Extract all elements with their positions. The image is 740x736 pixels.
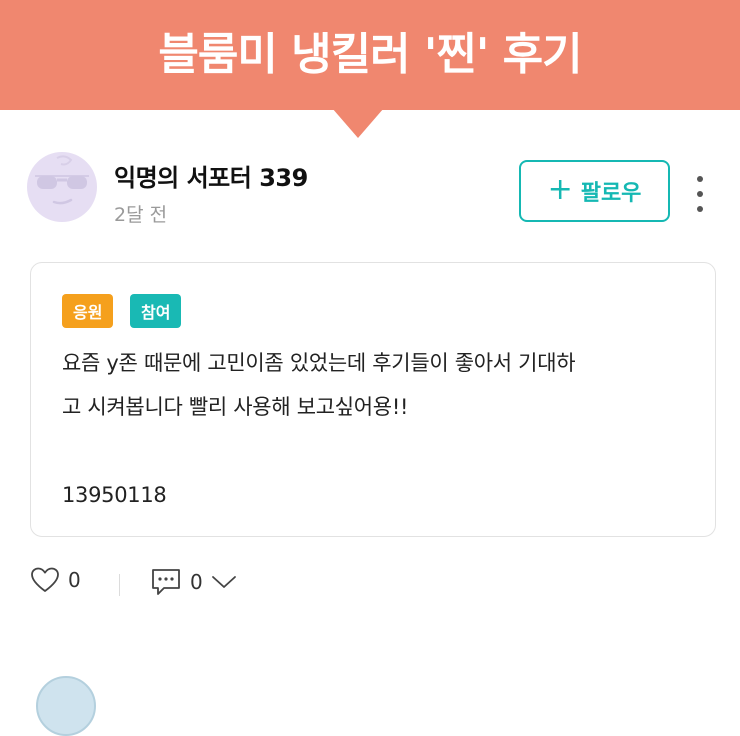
heart-icon — [31, 567, 59, 592]
like-count: 0 — [68, 568, 81, 592]
banner-title: 블룸미 냉킬러 '찐' 후기 — [158, 29, 582, 80]
chevron-down-icon — [211, 576, 236, 588]
tag-cheer: 응원 — [62, 294, 114, 328]
tag-participate: 참여 — [130, 294, 182, 328]
follow-label: 팔로우 — [580, 181, 642, 206]
author-avatar[interactable] — [27, 152, 97, 222]
more-options-button[interactable] — [688, 176, 712, 212]
more-vertical-icon — [697, 176, 703, 182]
author-name[interactable]: 익명의 서포터 339 — [114, 158, 308, 193]
header-banner: 블룸미 냉킬러 '찐' 후기 — [0, 0, 740, 110]
comment-button[interactable]: 0 — [150, 566, 237, 598]
banner-pointer — [332, 108, 384, 138]
comment-icon — [152, 569, 180, 595]
like-button[interactable]: 0 — [30, 566, 81, 594]
more-dot — [697, 191, 703, 197]
action-divider — [119, 574, 120, 596]
plus-icon: + — [547, 172, 573, 207]
post-actions: 0 0 — [30, 566, 330, 602]
post-timestamp: 2달 전 — [114, 204, 168, 226]
sunglasses-face-icon — [35, 155, 89, 205]
follow-button[interactable]: + 팔로우 — [519, 160, 670, 222]
more-dot — [697, 206, 703, 212]
post-body: 요즘 y존 때문에 고민이좀 있었는데 후기들이 좋아서 기대하 고 시켜봅니다… — [62, 351, 576, 507]
comment-count: 0 — [190, 570, 203, 594]
post-card: 응원 참여 요즘 y존 때문에 고민이좀 있었는데 후기들이 좋아서 기대하 고… — [30, 262, 716, 537]
next-post-avatar[interactable] — [36, 676, 96, 736]
